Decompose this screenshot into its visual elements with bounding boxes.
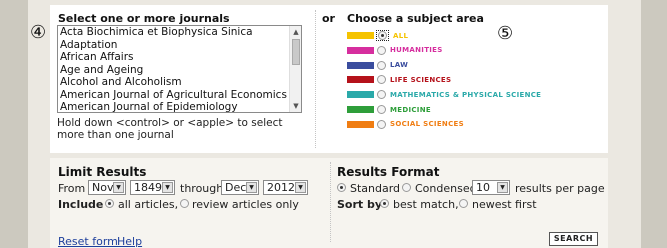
chevron-down-icon[interactable]: ▼ bbox=[113, 182, 124, 193]
subject-color-swatch bbox=[347, 106, 374, 113]
sort-label: Sort by bbox=[337, 198, 383, 211]
scroll-up-icon[interactable]: ▲ bbox=[291, 27, 301, 37]
subject-radio[interactable] bbox=[377, 90, 386, 100]
chevron-down-icon[interactable]: ▼ bbox=[246, 182, 257, 193]
subject-radio[interactable] bbox=[378, 31, 387, 40]
or-label: or bbox=[322, 12, 335, 25]
format-header: Results Format bbox=[337, 165, 440, 179]
subject-option[interactable]: MEDICINE bbox=[347, 104, 431, 115]
subject-label: LAW bbox=[390, 61, 409, 70]
divider bbox=[315, 10, 316, 148]
subject-option[interactable]: ALL bbox=[347, 30, 408, 41]
standard-label: Standard bbox=[350, 182, 401, 195]
to-month-select[interactable]: Dec ▼ bbox=[221, 180, 259, 195]
journal-option[interactable]: American Journal of Agricultural Economi… bbox=[58, 89, 301, 102]
review-articles-label: review articles only bbox=[192, 198, 299, 211]
journal-option[interactable]: Alcohol and Alcoholism bbox=[58, 76, 301, 89]
chevron-down-icon[interactable]: ▼ bbox=[497, 182, 508, 193]
include-label: Include bbox=[58, 198, 104, 211]
journal-option[interactable]: Age and Ageing bbox=[58, 64, 301, 77]
subject-option[interactable]: HUMANITIES bbox=[347, 45, 443, 56]
subject-color-swatch bbox=[347, 46, 374, 54]
subject-color-swatch bbox=[347, 32, 374, 39]
from-year-select[interactable]: 1849 ▼ bbox=[130, 180, 175, 195]
subject-label: LIFE SCIENCES bbox=[390, 75, 452, 84]
condensed-label: Condensed bbox=[415, 182, 477, 195]
journal-hint: Hold down <control> or <apple> to select… bbox=[57, 117, 283, 141]
subject-option[interactable]: SOCIAL SCIENCES bbox=[347, 119, 464, 130]
from-year-value: 1849 bbox=[134, 181, 162, 194]
subject-color-swatch bbox=[347, 91, 374, 99]
listbox-scrollbar[interactable]: ▲ ▼ bbox=[289, 26, 301, 112]
journal-option[interactable]: American Journal of Epidemiology bbox=[58, 101, 301, 112]
subject-radio[interactable] bbox=[377, 105, 386, 114]
newest-first-radio[interactable] bbox=[459, 199, 468, 208]
help-link[interactable]: Help bbox=[117, 235, 142, 248]
subject-header: Choose a subject area bbox=[347, 12, 484, 25]
subject-label: HUMANITIES bbox=[390, 46, 443, 55]
newest-first-label: newest first bbox=[472, 198, 537, 211]
subject-color-swatch bbox=[347, 61, 374, 69]
journal-option[interactable]: Adaptation bbox=[58, 39, 301, 52]
chevron-down-icon[interactable]: ▼ bbox=[162, 182, 173, 193]
per-page-value: 10 bbox=[476, 181, 490, 194]
limit-header: Limit Results bbox=[58, 165, 147, 179]
marker-five: ⑤ bbox=[497, 23, 514, 44]
to-year-select[interactable]: 2012 ▼ bbox=[263, 180, 308, 195]
subject-radio[interactable] bbox=[377, 119, 386, 129]
subject-radio[interactable] bbox=[377, 45, 386, 55]
journal-option[interactable]: Acta Biochimica et Biophysica Sinica bbox=[58, 26, 301, 39]
divider bbox=[330, 162, 331, 242]
standard-radio[interactable] bbox=[337, 183, 346, 192]
journal-option[interactable]: African Affairs bbox=[58, 51, 301, 64]
subject-label: MEDICINE bbox=[390, 105, 431, 114]
journal-listbox[interactable]: Acta Biochimica et Biophysica Sinica Ada… bbox=[57, 25, 302, 113]
subject-label: SOCIAL SCIENCES bbox=[390, 120, 464, 129]
condensed-radio[interactable] bbox=[402, 183, 411, 192]
per-page-select[interactable]: 10 ▼ bbox=[472, 180, 510, 195]
through-label: through bbox=[180, 182, 224, 195]
subject-color-swatch bbox=[347, 76, 374, 84]
subject-radio[interactable] bbox=[377, 75, 386, 85]
chevron-down-icon[interactable]: ▼ bbox=[295, 182, 306, 193]
best-match-label: best match, bbox=[393, 198, 459, 211]
all-articles-label: all articles, bbox=[118, 198, 179, 211]
per-page-label: results per page bbox=[515, 182, 605, 195]
reset-form-link[interactable]: Reset form bbox=[58, 235, 118, 248]
subject-radio[interactable] bbox=[377, 60, 386, 70]
from-label: From bbox=[58, 182, 86, 195]
scroll-thumb[interactable] bbox=[292, 39, 300, 65]
from-month-select[interactable]: Nov ▼ bbox=[88, 180, 126, 195]
subject-option[interactable]: LIFE SCIENCES bbox=[347, 74, 451, 85]
subject-option[interactable]: LAW bbox=[347, 60, 408, 71]
journals-header: Select one or more journals bbox=[58, 12, 230, 25]
subject-label: MATHEMATICS & PHYSICAL SCIENCE bbox=[390, 90, 542, 99]
scroll-down-icon[interactable]: ▼ bbox=[291, 101, 301, 111]
all-articles-radio[interactable] bbox=[105, 199, 114, 208]
subject-color-swatch bbox=[347, 120, 374, 128]
marker-four: ④ bbox=[30, 22, 47, 43]
to-year-value: 2012 bbox=[267, 181, 295, 194]
review-articles-radio[interactable] bbox=[180, 199, 189, 208]
focus-outline bbox=[376, 30, 389, 41]
search-button[interactable]: SEARCH bbox=[549, 232, 598, 246]
best-match-radio[interactable] bbox=[380, 199, 389, 208]
from-month-value: Nov bbox=[92, 181, 114, 194]
subject-label: ALL bbox=[393, 31, 409, 40]
subject-option[interactable]: MATHEMATICS & PHYSICAL SCIENCE bbox=[347, 89, 541, 100]
to-month-value: Dec bbox=[225, 181, 247, 194]
